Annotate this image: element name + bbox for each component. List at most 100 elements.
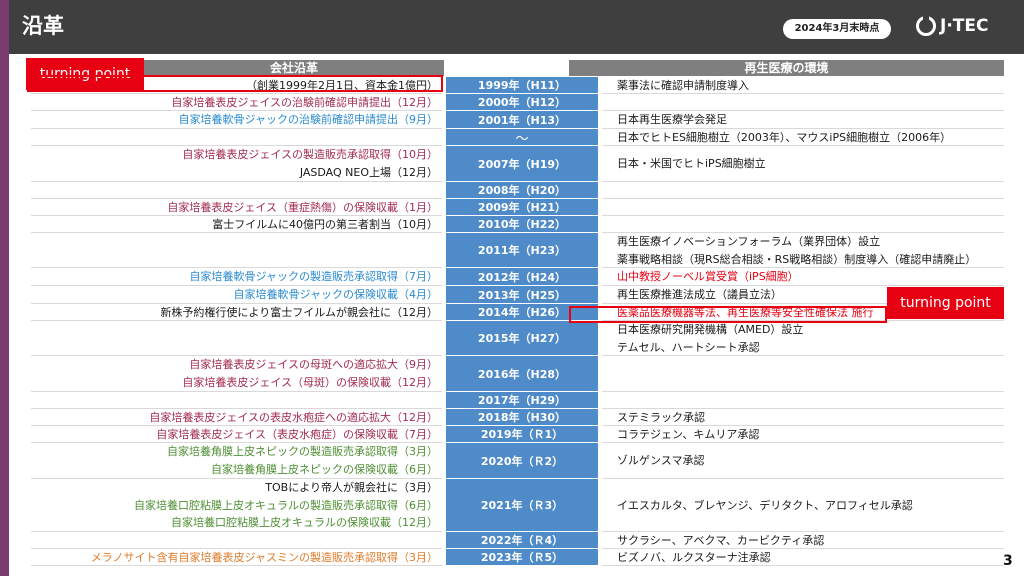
company-history-cell: メラノサイト含有自家培養表皮ジャスミンの製造販売承認取得（3月） <box>31 549 442 566</box>
regen-env-cell: 日本医療研究開発機構（AMED）設立 テムセル、ハートシート承認 <box>602 321 1004 356</box>
year-cell: 2017年（H29） <box>446 392 598 408</box>
regen-event: 再生医療イノベーションフォーラム（業界団体）設立 <box>617 235 881 248</box>
regen-env-cell: 日本・米国でヒトiPS細胞樹立 <box>602 146 1004 182</box>
year-cell: 2023年（Ｒ5） <box>446 549 598 565</box>
year-cell: 1999年（H11） <box>446 77 598 93</box>
table-row: 2011年（H23） 再生医療イノベーションフォーラム（業界団体）設立 薬事戦略相談… <box>31 233 1004 268</box>
table-row: 自家培養表皮ジェイスの母斑への適応拡大（9月） 自家培養表皮ジェイス（母斑）の保険… <box>31 356 1004 392</box>
table-row: 2015年（H27） 日本医療研究開発機構（AMED）設立 テムセル、ハートシート承… <box>31 321 1004 356</box>
company-event: JASDAQ NEO上場（12月） <box>299 166 438 179</box>
company-event: 自家培養軟骨ジャックの製造販売承認取得（7月） <box>189 270 438 284</box>
regen-event: ゾルゲンスマ承認 <box>617 454 705 468</box>
turning-point-callout-right: turning point <box>887 287 1004 319</box>
year-cell: 2000年（H12） <box>446 94 598 110</box>
year-cell: 2010年（H22） <box>446 216 598 232</box>
year-cell: 2007年（H19） <box>446 146 598 181</box>
regen-event: テムセル、ハートシート承認 <box>617 340 760 354</box>
year-cell: 2011年（H23） <box>446 233 598 267</box>
year-cell: 2008年（H20） <box>446 182 598 198</box>
year-cell: ～ <box>446 129 598 147</box>
regen-env-cell: 日本再生医療学会発足 <box>602 111 1004 129</box>
highlight-box-founding <box>27 75 443 92</box>
page-title: 沿革 <box>22 14 64 38</box>
company-event: TOBにより帝人が親会社に（3月） <box>265 481 438 494</box>
accent-bar <box>0 0 9 576</box>
regen-event: 日本・米国でヒトiPS細胞樹立 <box>617 157 766 171</box>
row-divider <box>602 565 1004 566</box>
year-cell: 2020年（Ｒ2） <box>446 443 598 478</box>
regen-event: 日本医療研究開発機構（AMED）設立 <box>617 323 804 336</box>
year-cell: 2018年（H30） <box>446 409 598 425</box>
table-row: 2008年（H20） <box>31 182 1004 199</box>
company-logo: J·TEC <box>916 16 988 36</box>
table-row: TOBにより帝人が親会社に（3月） 自家培養口腔粘膜上皮オキュラルの製造販売承認取… <box>31 479 1004 532</box>
table-row: 自家培養表皮ジェイスの製造販売承認取得（10月） JASDAQ NEO上場（12月… <box>31 146 1004 182</box>
company-event: 自家培養角膜上皮ネピックの製造販売承認取得（3月） <box>167 445 438 459</box>
regen-env-cell: イエスカルタ、ブレヤンジ、デリタクト、アロフィセル承認 <box>602 479 1004 532</box>
company-history-cell <box>31 532 442 549</box>
table-row: 2017年（H29） <box>31 392 1004 409</box>
regen-event: 山中教授ノーベル賞受賞（iPS細胞） <box>617 270 799 284</box>
regen-env-cell: ゾルゲンスマ承認 <box>602 443 1004 479</box>
company-history-cell <box>31 182 442 199</box>
regen-event: イエスカルタ、ブレヤンジ、デリタクト、アロフィセル承認 <box>617 498 913 512</box>
company-history-cell: 新株予約権行使により富士フイルムが親会社に（12月） <box>31 304 442 321</box>
row-divider <box>31 565 442 566</box>
table-row: 自家培養表皮ジェイス（重症熱傷）の保険収載（1月） 2009年（H21） <box>31 199 1004 216</box>
regen-env-cell: サクラシー、アベクマ、カービクティ承認 <box>602 532 1004 549</box>
column-header-regenerative-env: 再生医療の環境 <box>569 60 1004 76</box>
regen-env-cell: 日本でヒトES細胞樹立（2003年）、マウスiPS細胞樹立（2006年） <box>602 129 1004 146</box>
company-event: 自家培養口腔粘膜上皮オキュラルの保険収載（12月） <box>171 516 438 530</box>
page-number: 3 <box>1003 553 1013 569</box>
table-row: メラノサイト含有自家培養表皮ジャスミンの製造販売承認取得（3月） 2023年（Ｒ5… <box>31 549 1004 566</box>
company-event: 自家培養軟骨ジャックの治験前確認申請提出（9月） <box>178 113 438 127</box>
company-history-cell: 自家培養表皮ジェイスの母斑への適応拡大（9月） 自家培養表皮ジェイス（母斑）の保険… <box>31 356 442 392</box>
company-event: 自家培養表皮ジェイス（母斑）の保険収載（12月） <box>182 376 438 389</box>
company-history-cell: 自家培養角膜上皮ネピックの製造販売承認取得（3月） 自家培養角膜上皮ネピックの保険… <box>31 443 442 479</box>
year-cell: 2021年（Ｒ3） <box>446 479 598 531</box>
regen-env-cell: ビズノバ、ルクスターナ注承認 <box>602 549 1004 566</box>
company-history-cell: 自家培養軟骨ジャックの治験前確認申請提出（9月） <box>31 111 442 129</box>
table-row: 自家培養角膜上皮ネピックの製造販売承認取得（3月） 自家培養角膜上皮ネピックの保険… <box>31 443 1004 479</box>
table-row: 自家培養軟骨ジャックの製造販売承認取得（7月） 2012年（H24） 山中教授ノーベ… <box>31 268 1004 286</box>
table-row: 自家培養表皮ジェイス（表皮水疱症）の保険収載（7月） 2019年（Ｒ1） コラテジェ… <box>31 426 1004 443</box>
company-history-cell: 自家培養軟骨ジャックの製造販売承認取得（7月） <box>31 268 442 286</box>
regen-env-cell: コラテジェン、キムリア承認 <box>602 426 1004 443</box>
regen-env-cell <box>602 392 1004 409</box>
year-cell: 2012年（H24） <box>446 268 598 285</box>
logo-mark-icon <box>916 16 936 36</box>
year-cell: 2001年（H13） <box>446 111 598 128</box>
regen-event: 日本再生医療学会発足 <box>617 113 727 127</box>
year-cell: 2019年（Ｒ1） <box>446 426 598 442</box>
company-history-cell: 自家培養表皮ジェイスの表皮水疱症への適応拡大（12月） <box>31 409 442 426</box>
company-history-cell: 自家培養軟骨ジャックの保険収載（4月） <box>31 286 442 304</box>
year-cell: 2013年（H25） <box>446 286 598 303</box>
company-event: 自家培養表皮ジェイスの母斑への適応拡大（9月） <box>189 358 438 372</box>
company-event: 自家培養口腔粘膜上皮オキュラルの製造販売承認取得（6月） <box>134 498 438 512</box>
company-history-cell: 自家培養表皮ジェイスの治験前確認申請提出（12月） <box>31 94 442 111</box>
year-cell: 2009年（H21） <box>446 199 598 215</box>
year-cell: 2015年（H27） <box>446 321 598 355</box>
company-history-cell <box>31 129 442 146</box>
company-history-cell: 富士フイルムに40億円の第三者割当（10月） <box>31 216 442 233</box>
regen-env-cell <box>602 94 1004 111</box>
regen-env-cell: ステミラック承認 <box>602 409 1004 426</box>
company-history-cell <box>31 392 442 409</box>
regen-event: 薬事戦略相談（現RS総合相談・RS戦略相談）制度導入（確認申請廃止） <box>617 252 977 266</box>
table-row: 富士フイルムに40億円の第三者割当（10月） 2010年（H22） <box>31 216 1004 233</box>
company-event: 自家培養表皮ジェイスの製造販売承認取得（10月） <box>182 148 438 162</box>
table-row: 自家培養軟骨ジャックの保険収載（4月） 2013年（H25） 再生医療推進法成立（議… <box>31 286 1004 304</box>
logo-text: J·TEC <box>940 16 989 36</box>
regen-env-cell <box>602 182 1004 199</box>
regen-env-cell: 再生医療イノベーションフォーラム（業界団体）設立薬事戦略相談（現RS総合相談・R… <box>602 233 1004 268</box>
table-row: 自家培養軟骨ジャックの治験前確認申請提出（9月） 2001年（H13） 日本再生医療… <box>31 111 1004 129</box>
date-badge: 2024年3月末時点 <box>783 19 891 39</box>
regen-env-cell <box>602 199 1004 216</box>
regen-env-cell <box>602 216 1004 233</box>
company-history-cell <box>31 233 442 268</box>
year-cell: 2022年（Ｒ4） <box>446 532 598 548</box>
regen-env-cell <box>602 356 1004 392</box>
column-header-company-history: 会社沿革 <box>144 60 444 76</box>
table-row: 自家培養表皮ジェイスの治験前確認申請提出（12月） 2000年（H12） <box>31 94 1004 111</box>
regen-env-cell: 山中教授ノーベル賞受賞（iPS細胞） <box>602 268 1004 286</box>
